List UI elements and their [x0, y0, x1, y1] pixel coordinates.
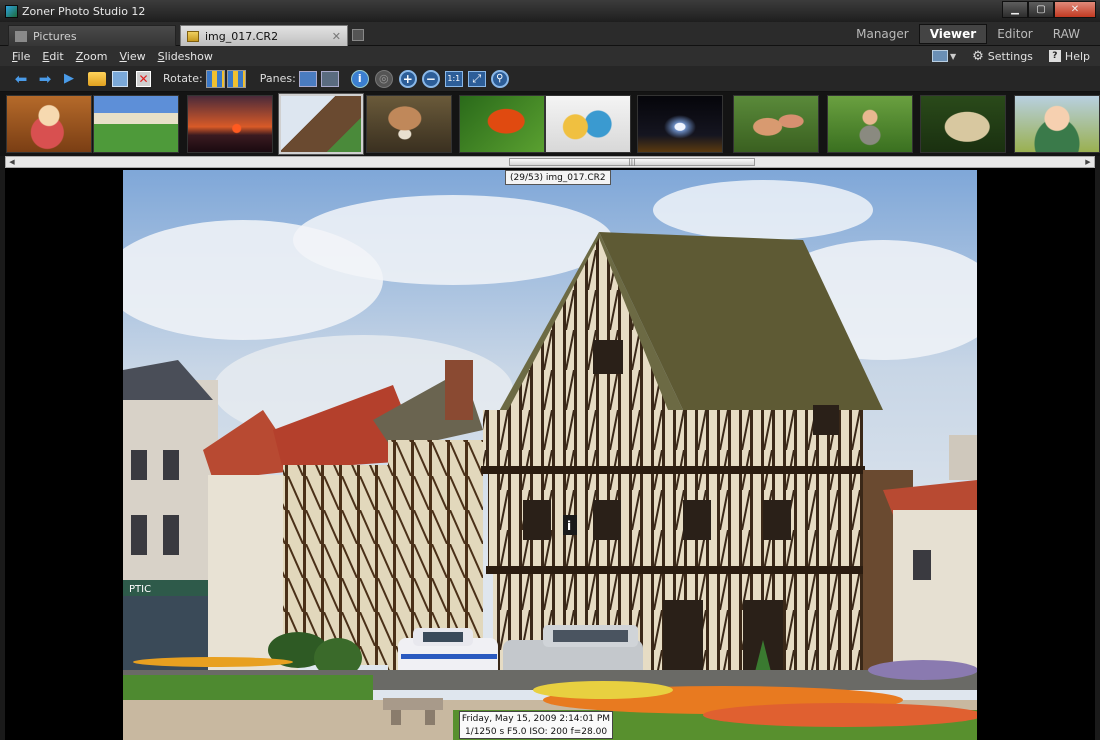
help-icon[interactable]: ? [1048, 50, 1061, 62]
tab-pictures[interactable]: Pictures [8, 25, 176, 46]
rotate-right-icon[interactable] [226, 69, 246, 88]
fit-screen-icon[interactable]: ⤢ [467, 70, 486, 87]
scroll-left-icon[interactable]: ◀ [6, 157, 18, 167]
close-button[interactable]: ✕ [1054, 1, 1096, 18]
tab-bar: Pictures img_017.CR2 ✕ Manager Viewer Ed… [0, 22, 1100, 46]
forward-arrow-icon[interactable]: ➡ [34, 68, 56, 90]
scrollbar-thumb[interactable]: ||| [509, 158, 755, 166]
title-bar: Zoner Photo Studio 12 ▁ ▢ ✕ [0, 0, 1100, 22]
zoom-out-icon[interactable]: − [421, 69, 440, 88]
back-arrow-icon[interactable]: ⬅ [10, 68, 32, 90]
gear-icon[interactable]: ⚙ [972, 49, 984, 64]
navigator-icon[interactable] [320, 70, 339, 87]
thumbnail-hands-with-seeds[interactable] [733, 95, 819, 153]
rotate-controls [205, 69, 246, 88]
info-sign-text: i [567, 519, 571, 533]
thumbnail-smiling-girl[interactable] [1014, 95, 1100, 153]
window-controls: ▁ ▢ ✕ [1002, 1, 1096, 18]
zoom-1-1-icon[interactable]: 1:1 [444, 70, 463, 87]
thumbnail-red-flower[interactable] [459, 95, 545, 153]
mode-switcher: Manager Viewer Editor RAW [846, 24, 1090, 44]
pane-layout-icon[interactable] [298, 70, 317, 87]
mode-raw[interactable]: RAW [1043, 24, 1090, 44]
menu-file[interactable]: File [12, 50, 30, 63]
thumbnail-shell[interactable] [920, 95, 1006, 153]
chevron-down-icon[interactable]: ▼ [950, 52, 956, 61]
main-photo[interactable]: PTIC i [123, 170, 977, 740]
tab-label: img_017.CR2 [205, 29, 279, 43]
info-icon[interactable]: i [350, 69, 369, 88]
menu-edit[interactable]: Edit [42, 50, 63, 63]
panes-label: Panes: [259, 72, 296, 85]
tab-img-017[interactable]: img_017.CR2 ✕ [180, 25, 348, 46]
thumbnail-fountain-night[interactable] [637, 95, 723, 153]
thumbnail-girl-with-cup[interactable] [6, 95, 92, 153]
zoom-magnifier-icon[interactable]: ⚲ [490, 69, 509, 88]
settings-button[interactable]: Settings [988, 50, 1033, 63]
mode-editor[interactable]: Editor [987, 24, 1043, 44]
minimize-button[interactable]: ▁ [1002, 1, 1028, 18]
menu-slideshow[interactable]: Slideshow [158, 50, 213, 63]
thumbnail-mushroom[interactable] [366, 95, 452, 153]
rotate-label: Rotate: [163, 72, 203, 85]
thumbnail-chateau-garden[interactable] [93, 95, 179, 153]
filmstrip [0, 92, 1100, 156]
thumbnail-toddler-in-bucket[interactable] [827, 95, 913, 153]
rotate-left-icon[interactable] [205, 69, 225, 88]
play-icon[interactable]: ▶ [58, 68, 80, 90]
tab-label: Pictures [33, 29, 77, 43]
image-icon [187, 30, 199, 42]
image-position-tooltip: (29/53) img_017.CR2 [505, 170, 611, 185]
display-icon[interactable] [931, 50, 948, 62]
thumbnail-children[interactable] [545, 95, 631, 153]
folder-icon [15, 30, 27, 42]
menu-bar: File Edit Zoom View Slideshow ▼ ⚙ Settin… [0, 46, 1100, 66]
scroll-right-icon[interactable]: ▶ [1082, 157, 1094, 167]
delete-icon[interactable]: ✕ [136, 70, 151, 87]
shop-sign-text: PTIC [129, 584, 151, 595]
zoom-in-icon[interactable]: + [398, 69, 417, 88]
window-title: Zoner Photo Studio 12 [22, 4, 146, 18]
menu-view[interactable]: View [119, 50, 145, 63]
menu-zoom[interactable]: Zoom [76, 50, 108, 63]
gps-icon[interactable]: ◎ [374, 69, 393, 88]
thumbnail-half-timbered-house[interactable] [279, 94, 363, 154]
photo-illustration: PTIC i [123, 170, 977, 740]
folder-open-icon[interactable] [88, 71, 106, 86]
new-tab-icon[interactable] [352, 29, 364, 41]
exif-camera-settings: 1/1250 s F5.0 ISO: 200 f=28.00 mm Flash:… [464, 727, 608, 737]
app-window: Zoner Photo Studio 12 ▁ ▢ ✕ Pictures img… [0, 0, 1100, 740]
mode-manager[interactable]: Manager [846, 24, 919, 44]
menu-right: ▼ ⚙ Settings ? Help [931, 46, 1090, 66]
filmstrip-scrollbar[interactable]: ◀ ||| ▶ [5, 156, 1095, 168]
exif-datetime: Friday, May 15, 2009 2:14:01 PM [461, 714, 611, 724]
toolbar: ⬅ ➡ ▶ ✕ Rotate: Panes: i ◎ + − 1:1 ⤢ ⚲ [0, 66, 1100, 92]
help-button[interactable]: Help [1065, 50, 1090, 63]
app-icon [5, 4, 18, 18]
copy-icon[interactable] [112, 70, 128, 87]
image-viewer[interactable]: PTIC i [5, 168, 1095, 740]
maximize-button[interactable]: ▢ [1028, 1, 1054, 18]
exif-info-box: Friday, May 15, 2009 2:14:01 PM 1/1250 s… [459, 711, 613, 739]
tab-close-icon[interactable]: ✕ [332, 30, 341, 43]
mode-viewer[interactable]: Viewer [918, 24, 988, 44]
thumbnail-sunset[interactable] [187, 95, 273, 153]
